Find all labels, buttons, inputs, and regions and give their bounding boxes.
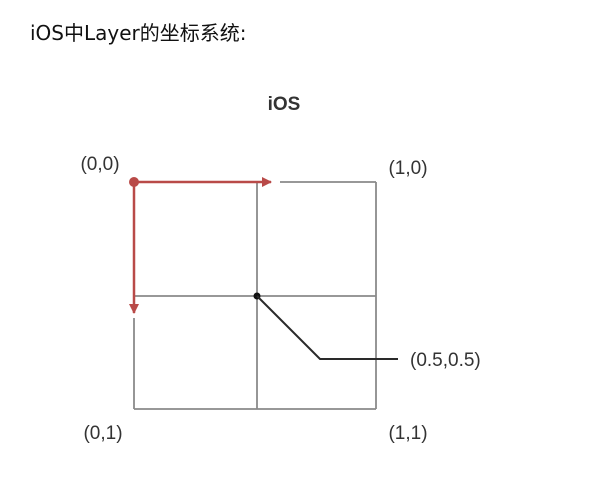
label-bottom-right: (1,1) bbox=[388, 423, 427, 444]
label-top-right: (1,0) bbox=[388, 158, 427, 179]
label-center: (0.5,0.5) bbox=[410, 350, 481, 371]
axis-arrows bbox=[129, 177, 272, 314]
diagram-title: iOS bbox=[268, 94, 301, 115]
origin-dot bbox=[129, 177, 139, 187]
coordinate-diagram: iOS (0,0) (1,0) (0,1) (1,1) (0.5,0.5) bbox=[80, 94, 481, 444]
label-top-left: (0,0) bbox=[80, 154, 119, 175]
label-bottom-left: (0,1) bbox=[83, 423, 122, 444]
